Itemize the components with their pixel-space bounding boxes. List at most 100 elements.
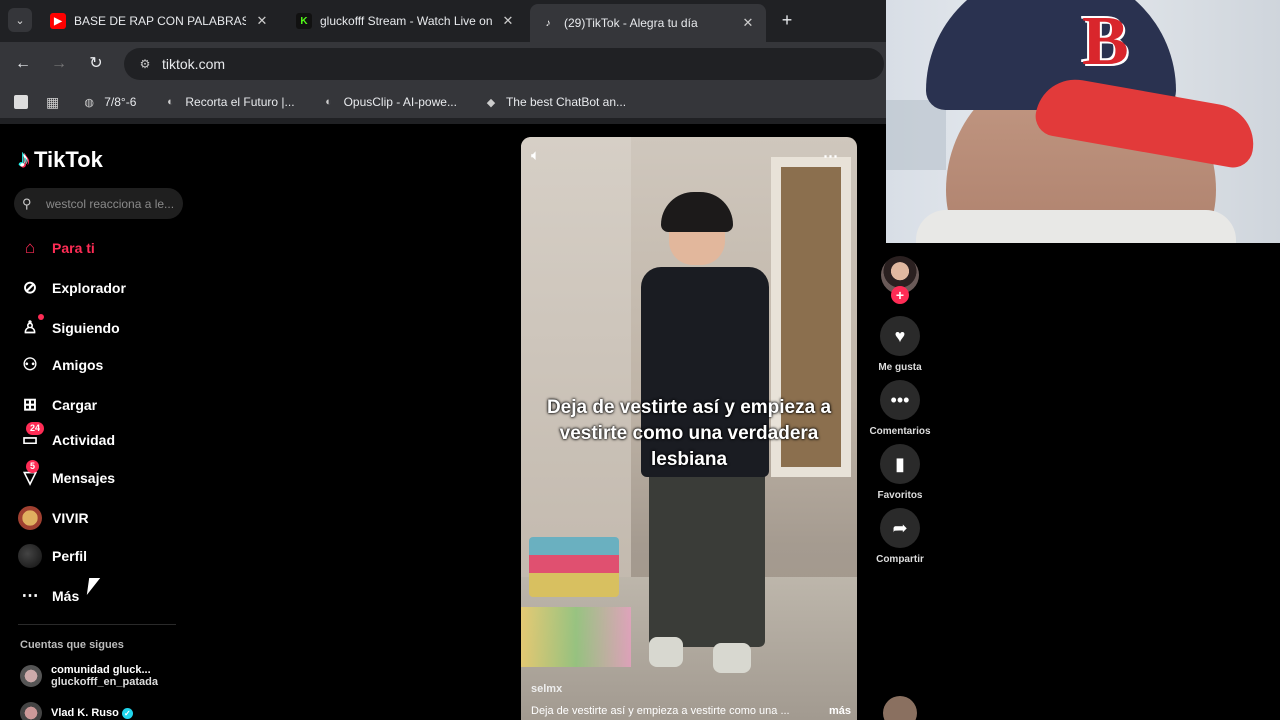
description-text: Deja de vestirte así y empieza a vestirt… xyxy=(531,705,790,717)
bookmarks-bar: ▦ ◍ 7/8°-6 ◐ Recorta el Futuro |... ◐ Op… xyxy=(0,86,886,118)
more-link[interactable]: más xyxy=(829,705,851,717)
friends-icon: ⚇ xyxy=(22,355,38,374)
tiktok-logo[interactable]: ♪ TikTok xyxy=(18,146,103,174)
comment-icon: ••• xyxy=(880,380,920,420)
volume-icon[interactable]: 🔈︎ xyxy=(531,147,540,164)
nav-mensajes[interactable]: ▽ 5 Mensajes xyxy=(18,460,116,490)
bookmark-item[interactable]: ◐ OpusClip - AI-powe... xyxy=(321,94,457,110)
webcam-person xyxy=(916,210,1236,243)
reload-icon: ↻ xyxy=(89,55,103,72)
search-icon: ⚲ xyxy=(22,195,32,211)
video-author[interactable]: selmx xyxy=(531,683,562,695)
account-name: comunidad gluck... xyxy=(51,664,151,676)
tab-tiktok[interactable]: ♪ (29)TikTok - Alegra tu día ✕ xyxy=(530,4,766,42)
plus-icon: + xyxy=(781,10,793,30)
bookmark-icon: ▮ xyxy=(880,444,920,484)
video-bg xyxy=(521,607,631,667)
nav-vivir[interactable]: VIVIR xyxy=(18,506,89,530)
bookmark-item[interactable]: ◆ The best ChatBot an... xyxy=(483,94,626,110)
reload-button[interactable]: ↻ xyxy=(85,53,107,75)
bookmark-label: Recorta el Futuro |... xyxy=(185,95,295,109)
tab-bar: ⌄ ▶ BASE DE RAP CON PALABRAS🔥 ✕ K glucko… xyxy=(0,0,886,42)
nav-perfil[interactable]: Perfil xyxy=(18,544,87,568)
activity-badge: 24 xyxy=(26,422,45,435)
browser-toolbar: ← → ↻ ⚙ tiktok.com xyxy=(0,42,886,86)
video-person xyxy=(649,467,765,647)
nav-label: Explorador xyxy=(52,280,126,296)
nav-label: Amigos xyxy=(52,357,104,373)
following-section-title: Cuentas que sigues xyxy=(20,639,124,651)
opus-icon: ◐ xyxy=(325,96,332,108)
browser-chrome: ⌄ ▶ BASE DE RAP CON PALABRAS🔥 ✕ K glucko… xyxy=(0,0,886,124)
tab-search-button[interactable]: ⌄ xyxy=(8,8,32,32)
forward-button[interactable]: → xyxy=(48,53,70,75)
webcam-overlay: B xyxy=(886,0,1280,243)
close-icon[interactable]: ✕ xyxy=(740,15,756,31)
upload-icon: ⊞ xyxy=(22,395,38,414)
close-icon[interactable]: ✕ xyxy=(500,13,516,29)
nav-label: Para ti xyxy=(52,240,95,256)
nav-label: Más xyxy=(52,588,80,604)
logo-text: TikTok xyxy=(34,147,103,172)
home-icon: ⌂ xyxy=(24,238,36,257)
nav-label: Perfil xyxy=(52,548,88,564)
nav-para-ti[interactable]: ⌂ Para ti xyxy=(18,236,95,260)
back-button[interactable]: ← xyxy=(12,53,34,75)
chevron-down-icon: ⌄ xyxy=(15,14,25,27)
kick-icon: K xyxy=(296,13,312,29)
inbox-icon: ▭ 24 xyxy=(18,422,45,452)
nav-siguiendo[interactable]: ♙ Siguiendo xyxy=(18,314,120,340)
comment-button[interactable]: ••• Comentarios xyxy=(868,380,932,437)
share-button[interactable]: ➦ Compartir xyxy=(868,508,932,565)
bookmark-label: OpusClip - AI-powe... xyxy=(343,95,457,109)
opus-icon: ◐ xyxy=(167,96,174,108)
send-icon: ▽ 5 xyxy=(18,460,42,490)
site-settings-icon[interactable]: ⚙ xyxy=(136,55,154,73)
address-bar[interactable]: ⚙ tiktok.com xyxy=(124,48,884,80)
nav-explorador[interactable]: ⊘ Explorador xyxy=(18,276,126,300)
video-caption: Deja de vestirte así y empieza a vestirt… xyxy=(546,397,832,470)
bookmark-item[interactable]: ◐ Recorta el Futuro |... xyxy=(162,94,295,110)
video-bg xyxy=(529,537,619,597)
following-account[interactable]: Vlad K. Ruso ✓ xyxy=(20,702,133,720)
compass-icon: ⊘ xyxy=(22,278,38,297)
search-input[interactable]: ⚲ westcol reacciona a le... xyxy=(14,188,183,219)
avatar xyxy=(20,702,42,720)
tiktok-page: ♪ TikTok ⚲ westcol reacciona a le... ⌂ P… xyxy=(0,124,886,720)
sidebar-divider xyxy=(18,624,176,625)
video-person xyxy=(713,643,751,673)
bookmark-square-icon[interactable] xyxy=(14,95,28,109)
messages-badge: 5 xyxy=(26,460,40,473)
tab-kick[interactable]: K gluckofff Stream - Watch Live on Kick … xyxy=(286,6,526,36)
search-placeholder: westcol reacciona a le... xyxy=(46,196,175,211)
chatbot-icon: ◆ xyxy=(486,96,496,109)
tab-youtube[interactable]: ▶ BASE DE RAP CON PALABRAS🔥 ✕ xyxy=(40,6,280,36)
video-player[interactable]: 🔈︎ ⋯ Deja de vestirte así y empieza a ve… xyxy=(521,137,857,720)
action-label: Compartir xyxy=(876,554,924,565)
like-button[interactable]: ♥ Me gusta xyxy=(868,316,932,373)
nav-mas[interactable]: ⋯ Más xyxy=(18,584,80,608)
share-icon: ➦ xyxy=(880,508,920,548)
arrow-left-icon: ← xyxy=(15,55,31,72)
close-icon[interactable]: ✕ xyxy=(254,13,270,29)
nav-cargar[interactable]: ⊞ Cargar xyxy=(18,393,97,417)
heart-icon: ♥ xyxy=(880,316,920,356)
apps-grid-icon[interactable]: ▦ xyxy=(46,94,59,111)
favorite-button[interactable]: ▮ Favoritos xyxy=(868,444,932,501)
bookmark-label: The best ChatBot an... xyxy=(505,95,627,109)
nav-label: Mensajes xyxy=(52,470,116,486)
following-account[interactable]: comunidad gluck... gluckofff_en_patada xyxy=(20,664,158,688)
avatar xyxy=(20,665,42,687)
verified-icon: ✓ xyxy=(121,707,133,719)
video-person xyxy=(661,192,733,232)
new-tab-button[interactable]: + xyxy=(776,9,798,31)
more-options-icon[interactable]: ⋯ xyxy=(823,147,838,165)
nav-label: Siguiendo xyxy=(52,320,120,336)
webcam-bg xyxy=(886,100,946,170)
more-icon: ⋯ xyxy=(21,586,39,605)
nav-actividad[interactable]: ▭ 24 Actividad xyxy=(18,422,115,452)
nav-amigos[interactable]: ⚇ Amigos xyxy=(18,353,103,377)
music-disc-avatar[interactable] xyxy=(883,696,917,720)
bookmark-item[interactable]: ◍ 7/8°-6 xyxy=(81,94,136,110)
follow-plus-icon[interactable]: + xyxy=(891,286,909,304)
